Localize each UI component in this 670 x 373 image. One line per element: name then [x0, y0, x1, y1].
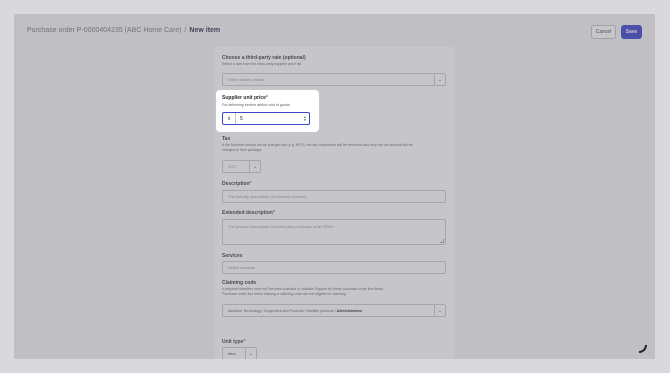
page-header: Purchase order P-0000404235 (ABC Home Ca…: [14, 14, 655, 48]
services-label: Services: [222, 253, 243, 259]
claiming-code-help-2: Purchase order line items missing a clai…: [222, 292, 347, 296]
third-party-rate-select[interactable]: Enter custom values ⌄: [222, 73, 446, 86]
unit-type-field: Unit type* Item ⌄: [222, 339, 446, 359]
claiming-code-label: Claiming code: [222, 280, 257, 286]
description-input[interactable]: The friendly description for Member invo…: [222, 190, 446, 203]
supplier-unit-price-help: For delivering service and/or cost of go…: [222, 103, 290, 107]
tax-help: If the Member should not be charged tax …: [222, 143, 413, 152]
unit-type-label: Unit type*: [222, 339, 246, 345]
app-window: Purchase order P-0000404235 (ABC Home Ca…: [14, 14, 655, 359]
breadcrumb-parent-link[interactable]: Purchase order P-0000404235 (ABC Home Ca…: [27, 27, 181, 34]
supplier-unit-price-input[interactable]: $ 5 ▲ ▼: [222, 112, 310, 125]
tax-field: Tax If the Member should not be charged …: [222, 136, 446, 176]
unit-type-value: Item: [228, 351, 236, 356]
tax-value: GST: [228, 164, 237, 169]
tax-select[interactable]: GST ⌄: [222, 160, 261, 173]
claiming-code-path: Assistive Technology / Equipment and Pro…: [228, 308, 336, 313]
description-field: Description* The friendly description fo…: [222, 181, 446, 211]
third-party-rate-field: Choose a third-party rate (optional) Sel…: [222, 55, 446, 87]
page-title: New item: [189, 27, 221, 34]
save-button[interactable]: Save: [621, 25, 642, 39]
claiming-code-field: Claiming code A required identifier used…: [222, 280, 446, 328]
extended-description-textarea[interactable]: The precise description for third-party …: [222, 219, 446, 245]
breadcrumb: Purchase order P-0000404235 (ABC Home Ca…: [27, 27, 220, 34]
unit-type-select[interactable]: Item ⌄: [222, 347, 257, 359]
supplier-unit-price-label: Supplier unit price*: [222, 95, 268, 101]
description-label: Description*: [222, 181, 252, 187]
extended-description-placeholder: The precise description for third-party …: [228, 224, 334, 229]
extended-description-field: Extended description* The precise descri…: [222, 210, 446, 250]
claiming-code-leaf: Administration: [336, 308, 362, 313]
extended-description-label: Extended description*: [222, 210, 275, 216]
supplier-unit-price-value[interactable]: 5: [236, 116, 301, 122]
services-field: Services Select services: [222, 253, 446, 283]
services-placeholder: Select services: [228, 265, 255, 270]
corner-resize-icon[interactable]: [639, 345, 647, 353]
chevron-down-icon[interactable]: ⌄: [249, 161, 260, 172]
supplier-unit-price-field: Supplier unit price* For delivering serv…: [216, 90, 319, 132]
stepper-arrows-icon[interactable]: ▲ ▼: [301, 115, 309, 122]
services-select[interactable]: Select services: [222, 261, 446, 274]
currency-prefix: $: [223, 113, 236, 124]
description-placeholder: The friendly description for Member invo…: [228, 194, 307, 199]
third-party-rate-placeholder: Enter custom values: [228, 77, 265, 82]
chevron-down-icon[interactable]: ⌄: [434, 305, 445, 316]
breadcrumb-separator: /: [184, 27, 187, 34]
third-party-rate-label: Choose a third-party rate (optional): [222, 55, 306, 61]
cancel-button[interactable]: Cancel: [591, 25, 616, 39]
chevron-down-icon[interactable]: ⌄: [245, 348, 256, 359]
third-party-rate-help: Select a rate from the third-party suppl…: [222, 62, 302, 66]
chevron-down-icon[interactable]: ⌄: [434, 74, 445, 85]
tax-label: Tax: [222, 136, 231, 142]
claiming-code-select[interactable]: Assistive Technology / Equipment and Pro…: [222, 304, 446, 317]
resize-handle-icon[interactable]: [440, 239, 444, 243]
